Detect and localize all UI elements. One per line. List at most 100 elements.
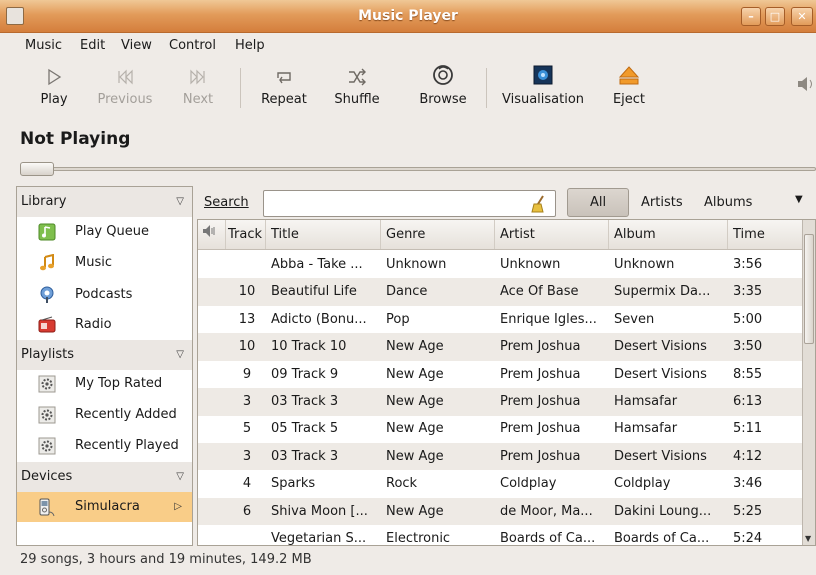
smart-playlist-gear-icon [38,437,56,455]
track-row[interactable]: 10 Beautiful Life Dance Ace Of Base Supermix… [198,278,803,306]
cell-genre: New Age [386,366,444,382]
cell-title: 10 Track 10 [271,339,347,355]
seek-slider[interactable] [20,162,816,176]
column-playing[interactable] [198,220,226,249]
cell-artist: Prem Joshua [500,366,581,382]
shuffle-button[interactable]: Shuffle [331,62,383,116]
track-list: Track Title Genre Artist Album Time Abba… [197,219,816,546]
cell-album: Hamsafar [614,421,678,437]
cell-time: 5:24 [733,531,763,546]
cell-time: 5:11 [733,421,763,437]
browse-icon [416,62,470,92]
column-album[interactable]: Album [609,220,728,249]
track-row[interactable]: 3 03 Track 3 New Age Prem Joshua Hamsafar 6:1… [198,388,803,416]
visualisation-button[interactable]: Visualisation [497,62,589,116]
cell-album: Desert Visions [614,448,707,464]
cell-track: 9 [242,366,252,382]
column-track[interactable]: Track [223,220,266,249]
next-button[interactable]: Next [179,62,217,116]
cell-track: 13 [238,311,256,327]
scroll-down-arrow[interactable]: ▼ [805,534,811,543]
maximize-button[interactable]: □ [765,7,785,26]
menu-bar: Music Edit View Control Help [0,33,816,58]
cell-genre: Dance [386,284,428,300]
more-filters-icon[interactable]: ▼ [795,194,803,205]
sidebar-item-podcasts[interactable]: Podcasts [17,280,192,310]
minimize-button[interactable]: – [741,7,761,26]
cell-artist: Unknown [500,257,561,272]
cell-genre: Electronic [386,531,451,546]
cell-genre: Rock [386,476,418,492]
library-header[interactable]: Library ▽ [17,187,192,217]
track-row[interactable]: 3 03 Track 3 New Age Prem Joshua Desert Visi… [198,442,803,471]
devices-header[interactable]: Devices ▽ [17,462,192,492]
browse-button[interactable]: Browse [416,62,470,116]
column-time[interactable]: Time [728,220,803,249]
track-row[interactable]: 10 10 Track 10 New Age Prem Joshua Desert Vi… [198,333,803,361]
cell-artist: Ace Of Base [500,284,579,300]
smart-playlist-gear-icon [38,375,56,393]
cell-title: 03 Track 3 [271,448,339,464]
seek-track [20,167,816,171]
track-row[interactable]: 6 Shiva Moon [... New Age de Moor, Ma... Dak… [198,497,803,526]
cell-album: Supermix Da... [614,284,711,300]
track-row[interactable]: Vegetarian S... Electronic Boards of Ca...… [198,525,803,546]
column-title[interactable]: Title [266,220,381,249]
volume-icon[interactable] [796,74,816,98]
cell-genre: New Age [386,503,444,519]
sidebar-item-simulacra[interactable]: Simulacra ▷ [17,492,192,522]
cell-time: 3:56 [733,257,763,272]
filter-artists-button[interactable]: Artists [641,195,683,210]
track-row[interactable]: 4 Sparks Rock Coldplay Coldplay 3:46 [198,470,803,498]
previous-button[interactable]: Previous [93,62,157,116]
cell-artist: Coldplay [500,476,557,492]
close-button[interactable]: ✕ [791,7,813,26]
track-row[interactable]: 5 05 Track 5 New Age Prem Joshua Hamsafar 5:1… [198,415,803,443]
menu-edit[interactable]: Edit [80,38,105,53]
column-genre[interactable]: Genre [381,220,495,249]
menu-help[interactable]: Help [235,38,265,53]
cell-artist: Prem Joshua [500,448,581,464]
collapse-icon: ▽ [176,349,184,360]
cell-title: Beautiful Life [271,284,357,300]
filter-albums-button[interactable]: Albums [704,195,752,210]
vertical-scrollbar[interactable]: ▼ [802,220,815,545]
play-button[interactable]: Play [36,62,72,116]
scrollbar-thumb[interactable] [804,234,814,344]
podcast-icon [38,286,56,304]
track-row[interactable]: Abba - Take ... Unknown Unknown Unknown 3:56 [198,251,803,279]
cell-genre: Pop [386,311,410,327]
cell-title: 09 Track 9 [271,366,339,382]
cell-track: 3 [242,448,252,464]
cell-album: Boards of Ca... [614,531,710,546]
menu-view[interactable]: View [121,38,152,53]
clear-search-icon[interactable] [531,195,547,217]
seek-handle[interactable] [20,162,54,176]
sidebar-item-my-top-rated[interactable]: My Top Rated [17,369,192,399]
sidebar-item-recently-added[interactable]: Recently Added [17,400,192,430]
cell-track: 3 [242,394,252,409]
track-row[interactable]: 13 Adicto (Bonu... Pop Enrique Igles... Seve… [198,306,803,334]
track-row[interactable]: 9 09 Track 9 New Age Prem Joshua Desert Visi… [198,361,803,389]
cell-artist: Prem Joshua [500,339,581,355]
cell-time: 8:55 [733,366,763,382]
menu-music[interactable]: Music [25,38,62,53]
eject-device-icon[interactable]: ▷ [174,492,182,522]
sidebar-item-recently-played[interactable]: Recently Played [17,431,192,461]
sidebar-item-radio[interactable]: Radio [17,310,192,340]
repeat-button[interactable]: Repeat [258,62,310,116]
menu-control[interactable]: Control [169,38,216,53]
shuffle-icon [331,62,383,92]
cell-title: Adicto (Bonu... [271,311,367,327]
toolbar: Play Previous Next Repeat Shuffle Browse [0,60,816,120]
sidebar-item-music[interactable]: Music [17,248,192,278]
sidebar-item-play-queue[interactable]: Play Queue [17,217,192,247]
eject-button[interactable]: Eject [609,62,649,116]
filter-all-button[interactable]: All [567,188,629,217]
search-input[interactable] [263,190,556,217]
cell-track: 10 [238,339,256,355]
column-artist[interactable]: Artist [495,220,609,249]
toolbar-separator [240,68,241,108]
speaker-icon [202,225,218,242]
playlists-header[interactable]: Playlists ▽ [17,340,192,370]
